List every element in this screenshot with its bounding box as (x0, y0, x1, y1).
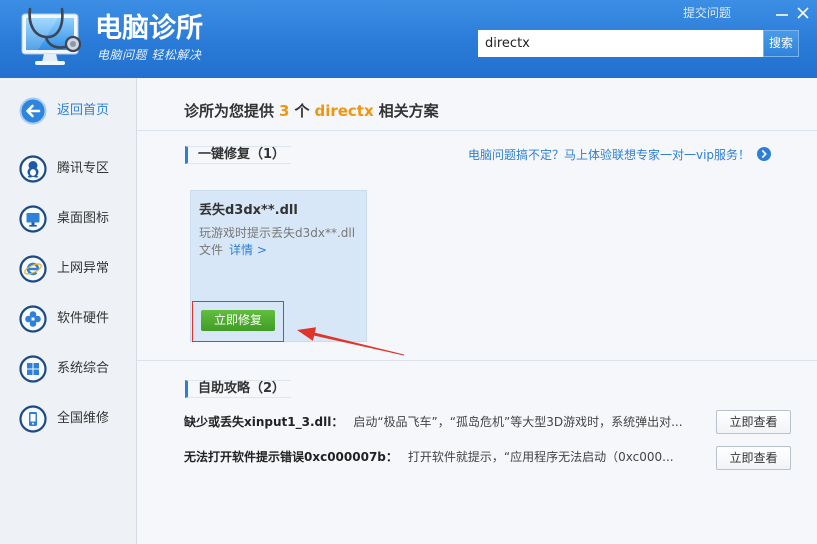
one-click-fix-section-title: 一键修复（1） (185, 146, 292, 164)
self-help-section-title: 自助攻略（2） (185, 380, 292, 398)
sidebar-item-home[interactable]: 返回首页 (0, 91, 136, 131)
search-keyword: directx (314, 102, 374, 120)
heading-unit: 个 (294, 102, 310, 120)
close-icon[interactable] (796, 6, 810, 20)
chevron-right-circle-icon[interactable] (757, 147, 771, 161)
view-now-button[interactable]: 立即查看 (716, 410, 791, 434)
sidebar-item-label: 桌面图标 (57, 211, 110, 226)
guide-row-title: 缺少或丢失xinput1_3.dll： (184, 415, 344, 429)
sidebar-item-label: 腾讯专区 (57, 161, 110, 176)
divider (137, 130, 817, 131)
sidebar-item-label: 系统综合 (57, 361, 110, 376)
monitor-stethoscope-icon (21, 7, 82, 65)
fix-card-description-tail: 文件 (199, 243, 224, 257)
guide-row-description: 打开软件就提示，“应用程序无法启动（0xc000... (407, 450, 674, 464)
fix-card-description-continued: 文件 详情 > (199, 243, 267, 258)
details-link[interactable]: 详情 > (229, 243, 267, 257)
fix-now-button[interactable]: 立即修复 (201, 310, 275, 331)
submit-question-link[interactable]: 提交问题 (683, 5, 731, 21)
minimize-icon[interactable] (774, 6, 790, 20)
divider (137, 360, 817, 361)
sidebar-item-label: 返回首页 (57, 103, 110, 118)
sidebar-item-system[interactable]: 系统综合 (0, 349, 136, 389)
qq-penguin-icon (19, 155, 47, 183)
back-arrow-icon (19, 97, 47, 125)
heading-suffix: 相关方案 (378, 102, 439, 120)
fix-card-description: 玩游戏时提示丢失d3dx**.dll (199, 226, 356, 240)
sidebar-item-label: 全国维修 (57, 411, 110, 426)
sidebar-item-label: 软件硬件 (57, 311, 110, 326)
search-input[interactable] (478, 30, 763, 57)
result-count: 3 (279, 102, 290, 120)
vip-service-link[interactable]: 电脑问题搞不定？马上体验联想专家一对一vip服务！ (468, 147, 750, 163)
clover-icon (19, 305, 47, 333)
guide-row-title: 无法打开软件提示错误0xc000007b： (184, 450, 398, 464)
guide-row: 无法打开软件提示错误0xc000007b： 打开软件就提示，“应用程序无法启动（0… (184, 449, 709, 465)
windows-icon (19, 355, 47, 383)
phone-icon (19, 405, 47, 433)
annotation-arrow (297, 327, 405, 356)
sidebar-item-software-hardware[interactable]: 软件硬件 (0, 299, 136, 339)
monitor-icon (19, 205, 47, 233)
sidebar-item-repair[interactable]: 全国维修 (0, 399, 136, 439)
results-heading: 诊所为您提供 3 个 directx 相关方案 (184, 102, 439, 120)
sidebar-item-label: 上网异常 (57, 261, 110, 276)
sidebar-item-network[interactable]: 上网异常 (0, 249, 136, 289)
ie-browser-icon (19, 255, 47, 283)
sidebar-item-tencent[interactable]: 腾讯专区 (0, 149, 136, 189)
sidebar: 返回首页 腾讯专区 桌面图标 上网异常 软件硬件 系统综合 全国维修 (0, 78, 137, 544)
guide-row: 缺少或丢失xinput1_3.dll： 启动“极品飞车”，“孤岛危机”等大型3D游… (184, 414, 709, 430)
view-now-button[interactable]: 立即查看 (716, 446, 791, 470)
app-title: 电脑诊所 (95, 13, 203, 44)
heading-prefix: 诊所为您提供 (184, 102, 275, 120)
fix-card-title: 丢失d3dx**.dll (199, 203, 298, 218)
app-subtitle: 电脑问题 轻松解决 (97, 48, 202, 62)
sidebar-item-desktop-icons[interactable]: 桌面图标 (0, 199, 136, 239)
guide-row-description: 启动“极品飞车”，“孤岛危机”等大型3D游戏时，系统弹出对... (353, 415, 683, 429)
search-button[interactable]: 搜索 (763, 30, 799, 57)
